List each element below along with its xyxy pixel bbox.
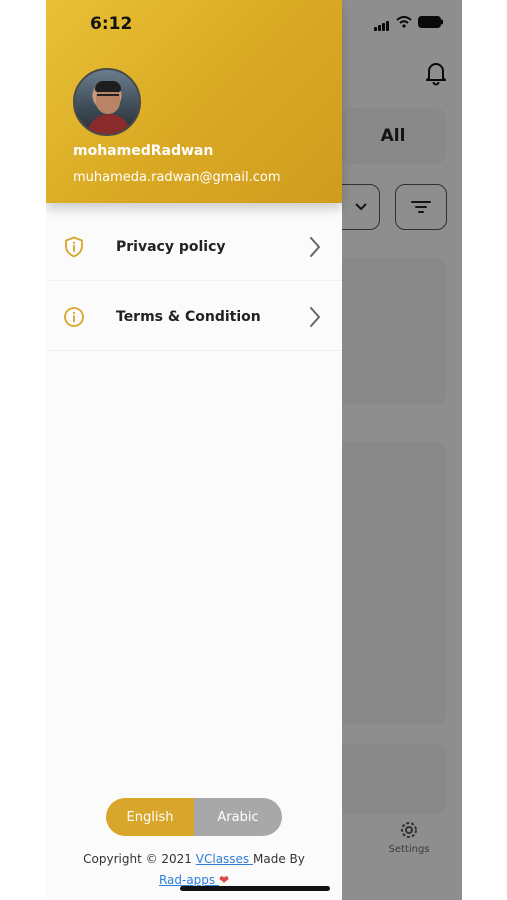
- chevron-right-icon: [310, 236, 320, 257]
- language-toggle: English Arabic: [106, 798, 282, 836]
- copyright-text: Copyright © 2021: [83, 852, 196, 866]
- chevron-right-icon: [310, 306, 320, 327]
- shield-info-icon: [65, 236, 83, 257]
- home-indicator: [180, 886, 330, 891]
- status-time: 6:12: [90, 14, 133, 34]
- copyright-footer: Copyright © 2021 VClasses Made By Rad-ap…: [46, 849, 342, 891]
- language-english-button[interactable]: English: [106, 798, 194, 836]
- phone-screen: All Settings 6:12 mohamedRadwan muhameda…: [46, 0, 462, 900]
- user-email: muhameda.radwan@gmail.com: [73, 170, 281, 185]
- drawer-header: 6:12 mohamedRadwan muhameda.radwan@gmail…: [46, 0, 342, 203]
- vclasses-link[interactable]: VClasses: [196, 852, 253, 866]
- navigation-drawer: 6:12 mohamedRadwan muhameda.radwan@gmail…: [46, 0, 342, 900]
- user-name: mohamedRadwan: [73, 143, 214, 159]
- language-arabic-button[interactable]: Arabic: [194, 798, 282, 836]
- menu-item-terms-condition[interactable]: Terms & Condition: [46, 283, 342, 351]
- menu-item-label: Terms & Condition: [116, 308, 261, 325]
- menu-item-label: Privacy policy: [116, 238, 226, 255]
- heart-icon: ❤: [218, 873, 230, 887]
- menu-item-privacy-policy[interactable]: Privacy policy: [46, 213, 342, 281]
- info-circle-icon: [64, 306, 84, 327]
- rad-apps-link[interactable]: Rad-apps: [159, 873, 219, 887]
- avatar[interactable]: [73, 68, 141, 136]
- made-by-text: Made By: [253, 852, 305, 866]
